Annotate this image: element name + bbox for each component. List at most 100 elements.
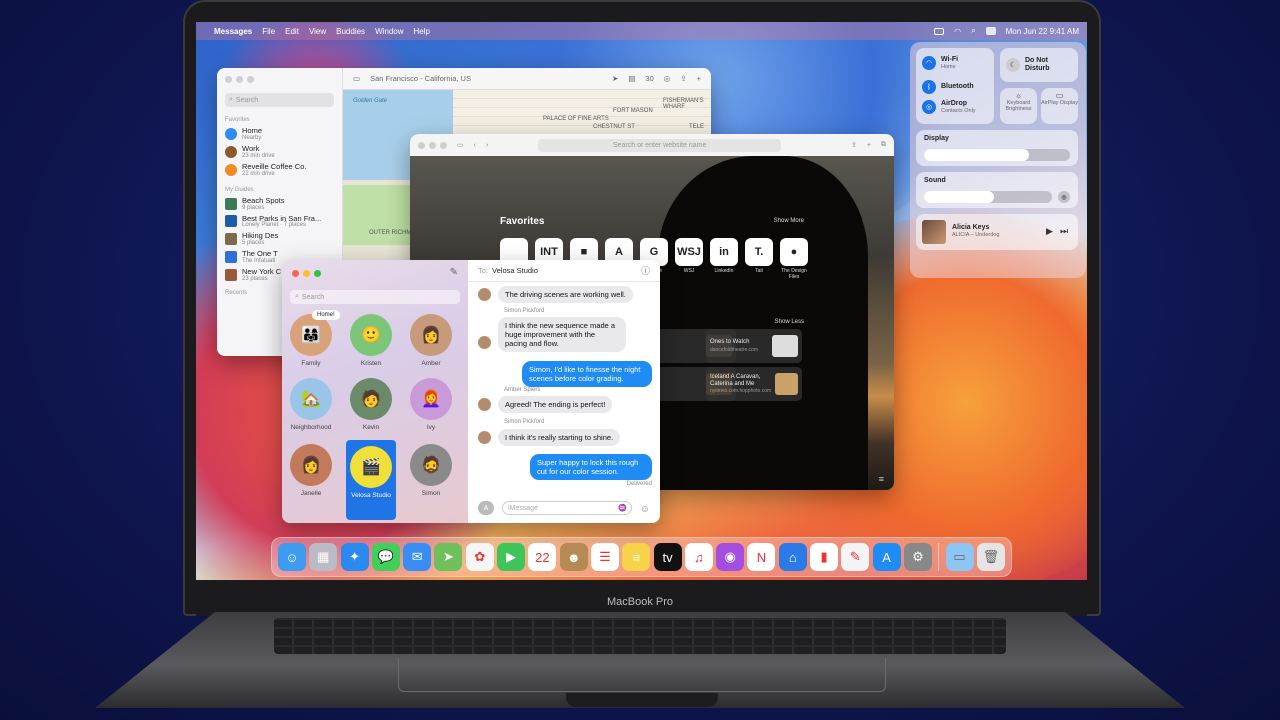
dock-app-icon[interactable]: ▮ bbox=[810, 543, 839, 571]
compose-icon[interactable]: ✎ bbox=[450, 267, 458, 278]
battery-icon[interactable] bbox=[934, 27, 945, 35]
wifi-icon[interactable]: ◠ bbox=[954, 27, 961, 36]
dock-app-icon[interactable]: ☻ bbox=[559, 543, 588, 571]
dock-app-icon[interactable]: 💬 bbox=[371, 543, 400, 571]
message-bubble-received[interactable]: I think the new sequence made a huge imp… bbox=[498, 317, 626, 352]
zoom-button[interactable] bbox=[314, 270, 321, 277]
new-tab-icon[interactable]: + bbox=[867, 142, 871, 149]
pinned-conversation[interactable]: 🧔 Simon bbox=[406, 444, 456, 497]
tabs-overview-icon[interactable]: ⧉ bbox=[881, 141, 886, 149]
dock-app-icon[interactable]: ⚙ bbox=[903, 543, 932, 571]
menu-edit[interactable]: Edit bbox=[285, 27, 299, 36]
dock-item-icon[interactable]: ▭ bbox=[945, 543, 974, 571]
messages-search-input[interactable]: ⌕ Search bbox=[290, 290, 460, 304]
dock-app-icon[interactable]: ⌂ bbox=[778, 543, 807, 571]
dock-app-icon[interactable]: ➤ bbox=[434, 543, 463, 571]
pinned-conversation[interactable]: 🧑 Kevin bbox=[346, 378, 396, 431]
forward-icon[interactable]: › bbox=[486, 142, 488, 149]
reading-list-item[interactable]: Iceland A Caravan, Caterina and Me nytime… bbox=[706, 367, 802, 401]
favorite-site[interactable]: WSJ WSJ bbox=[675, 238, 703, 280]
show-less-button[interactable]: Show Less bbox=[775, 319, 804, 325]
info-icon[interactable]: ⓘ bbox=[641, 264, 650, 277]
airplay-display-tile[interactable]: ▭ AirPlay Display bbox=[1041, 88, 1078, 124]
menu-view[interactable]: View bbox=[309, 27, 326, 36]
map-mode-icon[interactable]: ▤ bbox=[628, 74, 635, 83]
bluetooth-toggle[interactable]: ᛒ Bluetooth bbox=[922, 80, 974, 94]
zoom-button[interactable] bbox=[247, 76, 254, 83]
favorite-item[interactable]: Reveille Coffee Co. 22 min drive bbox=[225, 162, 334, 177]
dock-app-icon[interactable]: ≡ bbox=[622, 543, 651, 571]
sidebar-toggle-icon[interactable]: ▭ bbox=[353, 74, 360, 83]
customize-icon[interactable]: ≡ bbox=[879, 474, 884, 484]
favorite-item[interactable]: Home Nearby bbox=[225, 127, 334, 141]
favorite-site[interactable]: T. Tait bbox=[745, 238, 773, 280]
airdrop-toggle[interactable]: ◎ AirDrop Contacts Only bbox=[922, 100, 976, 114]
dock-item-icon[interactable]: 🗑 bbox=[976, 543, 1005, 571]
message-input[interactable]: iMessage ♒ bbox=[502, 501, 632, 515]
message-bubble-sent[interactable]: Simon, I'd like to finesse the night sce… bbox=[522, 361, 652, 387]
minimize-button[interactable] bbox=[303, 270, 310, 277]
back-icon[interactable]: ‹ bbox=[474, 142, 476, 149]
app-store-icon[interactable]: A bbox=[478, 501, 494, 515]
pinned-conversation[interactable]: 👩‍🦰 Ivy bbox=[406, 378, 456, 431]
keyboard-brightness-tile[interactable]: ☼ Keyboard Brightness bbox=[1000, 88, 1037, 124]
dock-app-icon[interactable]: ▶ bbox=[497, 543, 526, 571]
dock-app-icon[interactable]: ◉ bbox=[716, 543, 745, 571]
dock-app-icon[interactable]: ☰ bbox=[590, 543, 619, 571]
menu-file[interactable]: File bbox=[262, 27, 275, 36]
emoji-icon[interactable]: ☺ bbox=[640, 504, 650, 515]
message-bubble-received[interactable]: The driving scenes are working well. bbox=[498, 286, 633, 303]
do-not-disturb-tile[interactable]: ☾ Do Not Disturb bbox=[1000, 48, 1078, 82]
favorite-site[interactable]: in LinkedIn bbox=[710, 238, 738, 280]
dock-app-icon[interactable]: ✉ bbox=[403, 543, 432, 571]
next-track-icon[interactable]: ⏭ bbox=[1060, 226, 1068, 237]
pinned-conversation[interactable]: 👩 Janelle bbox=[286, 444, 336, 497]
control-center-icon[interactable] bbox=[985, 27, 996, 35]
pinned-conversation[interactable]: 🏡 Neighborhood bbox=[286, 378, 336, 431]
menu-buddies[interactable]: Buddies bbox=[336, 27, 365, 36]
dock-app-icon[interactable]: ✿ bbox=[465, 543, 494, 571]
zoom-3d-label[interactable]: 30 bbox=[645, 74, 653, 83]
menu-clock[interactable]: Mon Jun 22 9:41 AM bbox=[1006, 27, 1079, 36]
reading-list-item[interactable]: Ones to Watch dancefoldtheatre.com bbox=[706, 329, 802, 363]
minimize-button[interactable] bbox=[429, 141, 436, 149]
show-more-button[interactable]: Show More bbox=[774, 218, 804, 224]
dock-app-icon[interactable]: ✦ bbox=[340, 543, 369, 571]
message-bubble-received[interactable]: Agreed! The ending is perfect! bbox=[498, 396, 613, 413]
dock-app-icon[interactable]: A bbox=[872, 543, 901, 571]
guide-item[interactable]: Best Parks in San Fra... Lonely Planet ·… bbox=[225, 214, 334, 228]
search-icon[interactable]: ⌕ bbox=[971, 26, 975, 36]
close-button[interactable] bbox=[418, 141, 425, 149]
play-icon[interactable]: ▶ bbox=[1046, 226, 1053, 237]
volume-slider[interactable] bbox=[924, 191, 1052, 203]
pinned-conversation[interactable]: 🙂 Kristen bbox=[346, 314, 396, 367]
display-brightness-slider[interactable] bbox=[924, 149, 1070, 161]
dock-app-icon[interactable]: tv bbox=[653, 543, 682, 571]
audio-icon[interactable]: ♒ bbox=[618, 504, 627, 512]
zoom-button[interactable] bbox=[440, 141, 447, 149]
message-bubble-received[interactable]: I think it's really starting to shine. bbox=[498, 429, 621, 446]
guide-item[interactable]: Hiking Des 5 places bbox=[225, 232, 334, 246]
dock-app-icon[interactable]: 22 bbox=[528, 543, 557, 571]
look-around-icon[interactable]: ◎ bbox=[664, 74, 671, 83]
location-arrow-icon[interactable]: ➤ bbox=[612, 74, 618, 83]
dock-app-icon[interactable]: N bbox=[747, 543, 776, 571]
pinned-conversation[interactable]: Home! 👨‍👩‍👧 Family bbox=[286, 310, 340, 367]
dock-app-icon[interactable]: ✎ bbox=[841, 543, 870, 571]
dock-app-icon[interactable]: ▦ bbox=[309, 543, 338, 571]
message-bubble-sent[interactable]: Super happy to lock this rough cut for o… bbox=[530, 454, 652, 480]
close-button[interactable] bbox=[292, 270, 299, 277]
add-icon[interactable]: + bbox=[697, 74, 701, 83]
close-button[interactable] bbox=[225, 76, 232, 83]
menu-help[interactable]: Help bbox=[414, 27, 430, 36]
album-artwork[interactable] bbox=[922, 220, 946, 244]
guide-item[interactable]: Beach Spots 9 places bbox=[225, 196, 334, 211]
share-icon[interactable]: ⇪ bbox=[680, 74, 686, 83]
favorite-site[interactable]: ● The Design Files bbox=[780, 238, 808, 280]
pinned-conversation[interactable]: 🎬 Velosa Studio bbox=[346, 440, 396, 520]
minimize-button[interactable] bbox=[236, 76, 243, 83]
dock-app-icon[interactable]: ♫ bbox=[684, 543, 713, 571]
maps-search-input[interactable]: ⌕ Search bbox=[225, 93, 334, 107]
menu-app-name[interactable]: Messages bbox=[214, 27, 252, 36]
wifi-toggle[interactable]: ◠ Wi-Fi Home bbox=[922, 56, 958, 70]
